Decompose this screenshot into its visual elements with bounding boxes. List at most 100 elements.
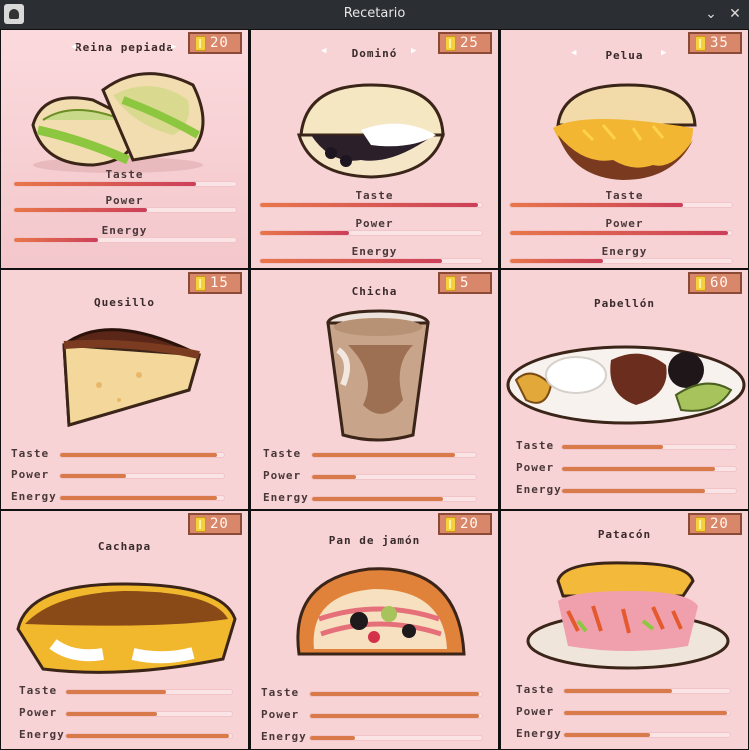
food-illustration xyxy=(289,559,469,663)
recipe-name: Cachapa xyxy=(97,540,152,553)
stat-bar-power xyxy=(563,710,731,716)
stat-fill-energy xyxy=(562,489,705,493)
stat-bar-energy xyxy=(65,733,233,739)
recipe-card[interactable]: 20 Pan de jamón Taste Power Energy xyxy=(251,511,498,749)
stat-bar-power xyxy=(59,473,225,479)
title-bar: Recetario ⌄ ✕ xyxy=(0,0,749,29)
stat-fill-energy xyxy=(60,496,218,500)
stat-bar-energy xyxy=(59,495,225,501)
stat-bar-power xyxy=(65,711,233,717)
stat-label-taste: Taste xyxy=(516,683,555,696)
recipe-name: Dominó xyxy=(351,47,398,60)
stat-bar-power xyxy=(561,466,737,472)
stat-fill-energy xyxy=(310,736,355,740)
price-badge: 15 xyxy=(188,272,242,294)
stat-bar-energy xyxy=(563,732,731,738)
stat-bar-energy xyxy=(561,488,737,494)
recipe-card[interactable]: 20 Reina pepiada ◀ ▶ Taste Power Energy xyxy=(1,30,248,268)
stat-label-energy: Energy xyxy=(351,245,398,258)
stat-fill-power xyxy=(260,231,349,235)
stat-label-taste: Taste xyxy=(605,189,644,202)
price-value: 15 xyxy=(210,275,229,291)
food-illustration xyxy=(323,305,433,449)
recipe-name: Pelua xyxy=(605,49,644,62)
food-illustration xyxy=(523,561,733,675)
next-variant-icon[interactable]: ▶ xyxy=(661,48,666,58)
stat-fill-taste xyxy=(66,690,166,694)
stat-label-power: Power xyxy=(516,705,555,718)
recipe-card[interactable]: 5 Chicha Taste Power Energy xyxy=(251,270,498,509)
stat-label-power: Power xyxy=(605,217,644,230)
recipe-card[interactable]: 60 Pabellón Taste Power Energy xyxy=(501,270,748,509)
stat-fill-power xyxy=(312,475,357,479)
stat-fill-power xyxy=(66,712,158,716)
price-value: 20 xyxy=(210,516,229,532)
window-title: Recetario xyxy=(343,6,406,21)
stat-bar-taste xyxy=(59,452,225,458)
stat-label-power: Power xyxy=(516,461,555,474)
stat-bar-energy xyxy=(311,496,477,502)
stat-fill-energy xyxy=(312,497,444,501)
stat-fill-power xyxy=(564,711,727,715)
prev-variant-icon[interactable]: ◀ xyxy=(321,46,326,56)
food-illustration xyxy=(506,340,746,434)
stat-label-taste: Taste xyxy=(19,684,58,697)
stat-fill-power xyxy=(510,231,728,235)
stat-bar-energy xyxy=(13,237,237,243)
stat-label-power: Power xyxy=(19,706,58,719)
stat-bar-taste xyxy=(13,181,237,187)
stat-label-power: Power xyxy=(355,217,394,230)
stat-fill-power xyxy=(14,208,148,212)
recipe-card[interactable]: 35 Pelua ◀ ▶ Taste Power Energy xyxy=(501,30,748,268)
next-variant-icon[interactable]: ▶ xyxy=(171,42,176,52)
recipe-name: Pabellón xyxy=(594,297,655,310)
stat-label-energy: Energy xyxy=(263,491,309,504)
stat-fill-power xyxy=(562,467,716,471)
food-illustration xyxy=(291,75,451,189)
minimize-button[interactable]: ⌄ xyxy=(700,3,722,25)
stat-bar-taste xyxy=(563,688,731,694)
stat-label-power: Power xyxy=(263,469,302,482)
stat-bar-energy xyxy=(309,735,483,741)
stat-label-taste: Taste xyxy=(516,439,555,452)
stat-fill-energy xyxy=(66,734,229,738)
coin-icon xyxy=(695,276,706,291)
recipe-name: Quesillo xyxy=(94,296,155,309)
stat-bar-taste xyxy=(561,444,737,450)
stat-fill-taste xyxy=(310,692,479,696)
prev-variant-icon[interactable]: ◀ xyxy=(571,48,576,58)
stat-label-energy: Energy xyxy=(261,730,307,743)
stat-label-energy: Energy xyxy=(516,483,562,496)
stat-label-power: Power xyxy=(261,708,300,721)
stat-label-energy: Energy xyxy=(601,245,648,258)
recipe-grid: 20 Reina pepiada ◀ ▶ Taste Power Energy 25 Domin… xyxy=(0,29,749,750)
stat-fill-taste xyxy=(562,445,663,449)
stat-bar-power xyxy=(509,230,733,236)
stat-bar-power xyxy=(13,207,237,213)
close-button[interactable]: ✕ xyxy=(724,3,746,25)
recipe-card[interactable]: 20 Patacón Taste Power Energy xyxy=(501,511,748,749)
recipe-card[interactable]: 20 Cachapa Taste Power Energy xyxy=(1,511,248,749)
stat-label-taste: Taste xyxy=(105,168,144,181)
stat-bar-taste xyxy=(259,202,483,208)
price-value: 60 xyxy=(710,275,729,291)
recipe-card[interactable]: 25 Dominó ◀ ▶ Taste Power Energy xyxy=(251,30,498,268)
recipe-card[interactable]: 15 Quesillo Taste Power Energy xyxy=(1,270,248,509)
food-illustration xyxy=(13,579,238,683)
stat-label-power: Power xyxy=(105,194,144,207)
stat-label-taste: Taste xyxy=(355,189,394,202)
prev-variant-icon[interactable]: ◀ xyxy=(71,42,76,52)
stat-fill-taste xyxy=(60,453,218,457)
stat-bar-power xyxy=(309,713,483,719)
stat-fill-energy xyxy=(510,259,604,263)
stat-bar-power xyxy=(259,230,483,236)
price-badge: 20 xyxy=(438,513,492,535)
stat-fill-taste xyxy=(510,203,684,207)
food-illustration xyxy=(49,315,209,439)
next-variant-icon[interactable]: ▶ xyxy=(411,46,416,56)
coin-icon xyxy=(445,517,456,532)
stat-label-energy: Energy xyxy=(101,224,148,237)
coin-icon xyxy=(195,276,206,291)
stat-fill-taste xyxy=(260,203,478,207)
stat-label-taste: Taste xyxy=(261,686,300,699)
